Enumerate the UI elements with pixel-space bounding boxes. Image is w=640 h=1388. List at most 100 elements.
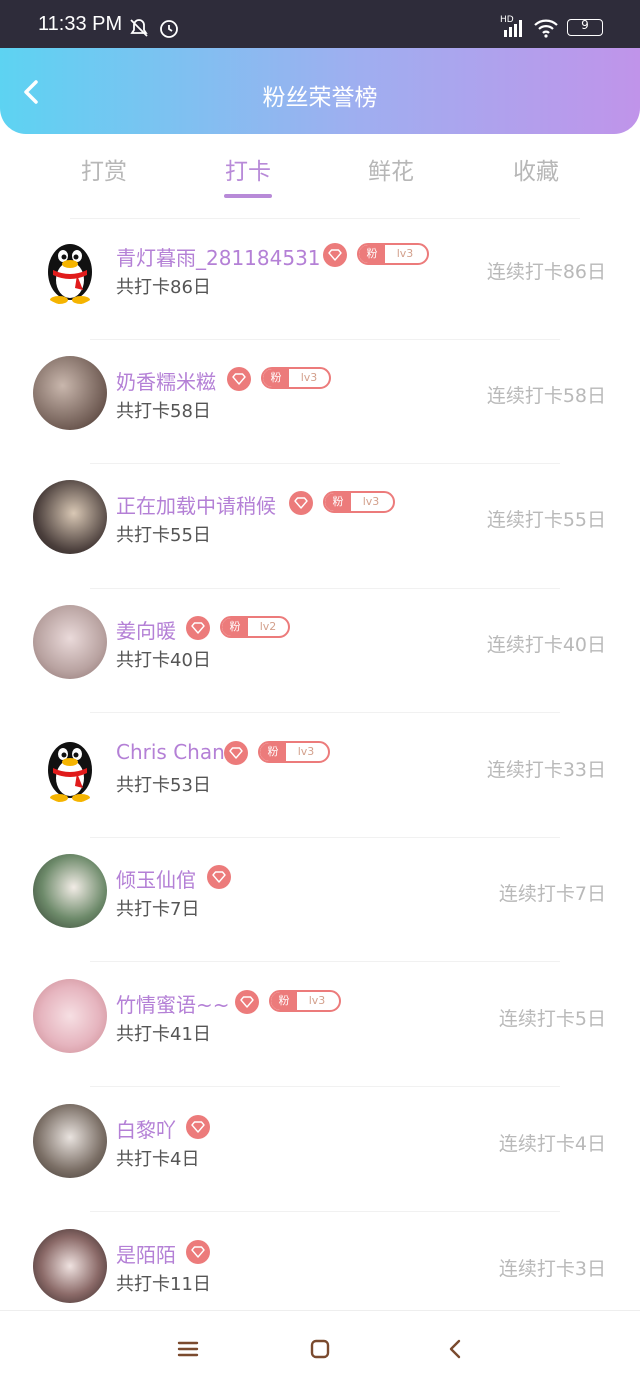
- battery-icon: 9: [567, 18, 603, 36]
- avatar[interactable]: [33, 730, 107, 804]
- fan-label: 粉: [222, 618, 248, 636]
- system-nav-bar: [0, 1310, 640, 1388]
- avatar[interactable]: [33, 480, 107, 554]
- tab-checkin[interactable]: 打卡: [198, 152, 298, 186]
- avatar[interactable]: [33, 1104, 107, 1178]
- fan-level: lv3: [297, 745, 315, 758]
- fan-level: lv3: [300, 371, 318, 384]
- streak-checkins: 连续打卡4日: [498, 1133, 606, 1155]
- user-name: 白黎吖: [116, 1118, 176, 1142]
- signal-icon: [504, 20, 522, 37]
- divider: [90, 837, 560, 838]
- total-checkins: 共打卡4日: [116, 1149, 200, 1170]
- avatar[interactable]: [33, 232, 107, 306]
- user-name: 倾玉仙倌: [116, 868, 196, 892]
- fan-level-badge: 粉 lv3: [323, 491, 395, 513]
- wifi-icon: [534, 19, 558, 38]
- header-bar: 粉丝荣誉榜: [0, 48, 640, 134]
- divider: [90, 588, 560, 589]
- total-checkins: 共打卡40日: [116, 650, 211, 671]
- total-checkins: 共打卡58日: [116, 401, 211, 422]
- menu-icon[interactable]: [176, 1339, 200, 1359]
- diamond-badge-icon: [224, 741, 248, 765]
- fan-label: 粉: [271, 992, 297, 1010]
- home-square-icon[interactable]: [309, 1338, 331, 1360]
- tab-favorites[interactable]: 收藏: [486, 152, 586, 186]
- avatar[interactable]: [33, 979, 107, 1053]
- list-item[interactable]: 倾玉仙倌 共打卡7日 连续打卡7日: [0, 844, 640, 968]
- divider: [90, 463, 560, 464]
- streak-checkins: 连续打卡86日: [486, 261, 606, 283]
- divider: [70, 218, 580, 219]
- alarm-icon: [160, 20, 178, 38]
- streak-checkins: 连续打卡7日: [498, 883, 606, 905]
- fan-level-badge: 粉 lv3: [357, 243, 429, 265]
- tab-bar: 打赏 打卡 鲜花 收藏: [0, 134, 640, 204]
- fan-label: 粉: [263, 369, 289, 387]
- divider: [90, 1086, 560, 1087]
- user-name: 奶香糯米糍: [116, 370, 216, 394]
- diamond-badge-icon: [289, 491, 313, 515]
- list-item[interactable]: 青灯暮雨_281184531 粉 lv3 共打卡86日 连续打卡86日: [0, 222, 640, 346]
- divider: [90, 1211, 560, 1212]
- fan-label: 粉: [325, 493, 351, 511]
- fan-level: lv3: [362, 495, 380, 508]
- streak-checkins: 连续打卡3日: [498, 1258, 606, 1280]
- total-checkins: 共打卡86日: [116, 277, 211, 298]
- diamond-badge-icon: [186, 616, 210, 640]
- page-title: 粉丝荣誉榜: [262, 85, 378, 111]
- mute-icon: [130, 19, 148, 37]
- status-time: 11:33 PM: [38, 13, 123, 35]
- tab-reward[interactable]: 打赏: [54, 152, 154, 186]
- user-name: 姜向暖: [116, 619, 176, 643]
- streak-checkins: 连续打卡5日: [498, 1008, 606, 1030]
- avatar[interactable]: [33, 1229, 107, 1303]
- fan-label: 粉: [359, 245, 385, 263]
- tab-flowers[interactable]: 鲜花: [341, 152, 441, 186]
- divider: [90, 339, 560, 340]
- list-item[interactable]: 竹情蜜语~~ 粉 lv3 共打卡41日 连续打卡5日: [0, 969, 640, 1093]
- user-name: 青灯暮雨_281184531: [116, 246, 321, 270]
- fan-level: lv2: [259, 620, 277, 633]
- diamond-badge-icon: [207, 865, 231, 889]
- total-checkins: 共打卡53日: [116, 775, 211, 796]
- diamond-badge-icon: [227, 367, 251, 391]
- total-checkins: 共打卡7日: [116, 899, 200, 920]
- user-name: Chris Chan: [116, 740, 225, 764]
- fan-level-badge: 粉 lv2: [220, 616, 290, 638]
- streak-checkins: 连续打卡55日: [486, 509, 606, 531]
- list-item[interactable]: 奶香糯米糍 粉 lv3 共打卡58日 连续打卡58日: [0, 346, 640, 470]
- total-checkins: 共打卡11日: [116, 1274, 211, 1295]
- total-checkins: 共打卡55日: [116, 525, 211, 546]
- fan-label: 粉: [260, 743, 286, 761]
- total-checkins: 共打卡41日: [116, 1024, 211, 1045]
- streak-checkins: 连续打卡33日: [486, 759, 606, 781]
- list-item[interactable]: 白黎吖 共打卡4日 连续打卡4日: [0, 1094, 640, 1218]
- streak-checkins: 连续打卡40日: [486, 634, 606, 656]
- user-name: 是陌陌: [116, 1243, 176, 1267]
- fan-level: lv3: [308, 994, 326, 1007]
- list-item[interactable]: 正在加载中请稍候 粉 lv3 共打卡55日 连续打卡55日: [0, 470, 640, 594]
- avatar[interactable]: [33, 854, 107, 928]
- avatar[interactable]: [33, 605, 107, 679]
- diamond-badge-icon: [186, 1240, 210, 1264]
- fan-level: lv3: [396, 247, 414, 260]
- user-name: 竹情蜜语~~: [116, 993, 230, 1017]
- status-bar: 11:33 PM HD 9: [0, 0, 640, 48]
- diamond-badge-icon: [323, 243, 347, 267]
- fan-level-badge: 粉 lv3: [261, 367, 331, 389]
- divider: [90, 712, 560, 713]
- user-name: 正在加载中请稍候: [116, 494, 276, 518]
- fan-level-badge: 粉 lv3: [269, 990, 341, 1012]
- divider: [90, 961, 560, 962]
- avatar[interactable]: [33, 356, 107, 430]
- tab-active-indicator: [224, 194, 272, 198]
- diamond-badge-icon: [186, 1115, 210, 1139]
- diamond-badge-icon: [235, 990, 259, 1014]
- battery-level: 9: [581, 18, 589, 32]
- fan-level-badge: 粉 lv3: [258, 741, 330, 763]
- list-item[interactable]: Chris Chan 粉 lv3 共打卡53日 连续打卡33日: [0, 720, 640, 844]
- list-item[interactable]: 姜向暖 粉 lv2 共打卡40日 连续打卡40日: [0, 595, 640, 719]
- streak-checkins: 连续打卡58日: [486, 385, 606, 407]
- back-arrow-icon[interactable]: [446, 1338, 464, 1360]
